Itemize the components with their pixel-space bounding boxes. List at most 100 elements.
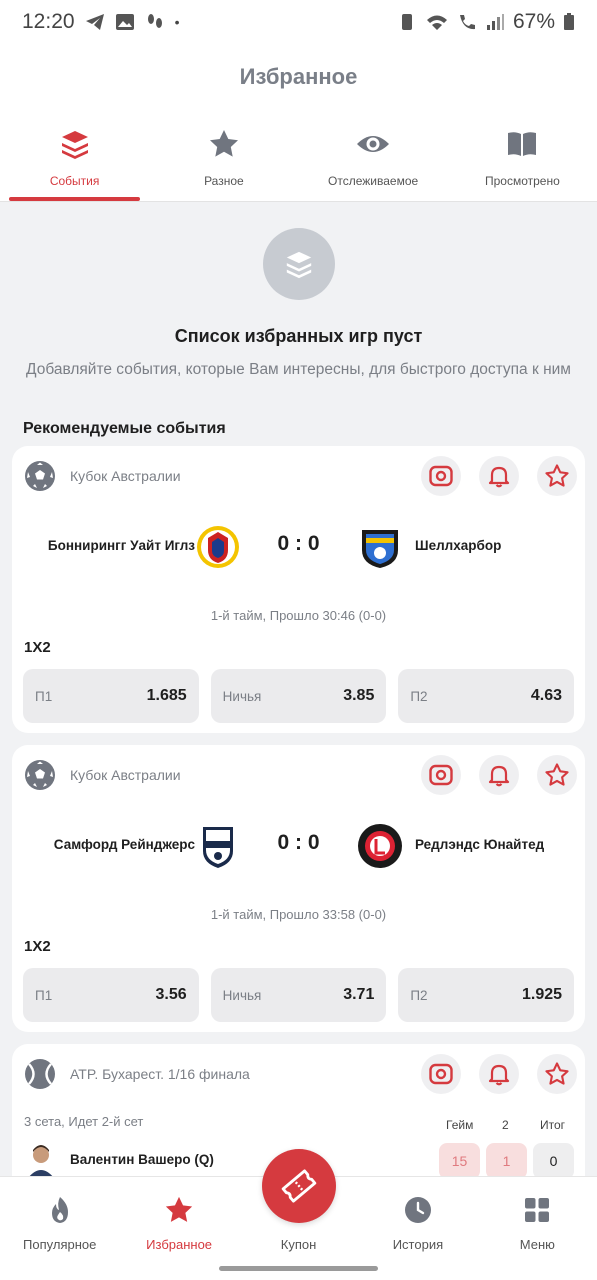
nav-label: Купон <box>280 1237 317 1252</box>
odds-row: П1 1.685 Ничья 3.85 П2 4.63 <box>23 669 575 723</box>
match-row: Самфорд Рейнджерс 0 : 0 Редлэндс Юнайтед <box>12 823 585 873</box>
wifi-icon <box>426 15 447 30</box>
favorite-button[interactable] <box>537 456 577 496</box>
card-header: Кубок Австралии <box>24 755 577 795</box>
coupon-button[interactable] <box>262 1149 336 1223</box>
player-avatar <box>24 1142 58 1178</box>
video-icon <box>429 764 453 786</box>
set-score: 1 <box>486 1143 527 1179</box>
column-header-total: Итог <box>540 1118 566 1132</box>
total-score: 0 <box>533 1143 574 1179</box>
eye-icon <box>357 136 390 152</box>
team2-logo <box>362 530 398 568</box>
home-indicator-bar[interactable] <box>219 1266 378 1271</box>
tab-label: Разное <box>204 174 244 188</box>
bell-icon <box>488 765 510 787</box>
game-score: 15 <box>439 1143 480 1179</box>
odd-value: 3.56 <box>155 986 187 1003</box>
match-time: 1-й тайм, Прошло 33:58 (0-0) <box>210 907 387 922</box>
league-name: Кубок Австралии <box>70 468 181 484</box>
bell-icon <box>488 466 510 488</box>
status-time: 12:20 <box>22 10 75 33</box>
odd-value: 4.63 <box>530 687 563 704</box>
star-outline-icon <box>545 763 569 786</box>
tab-tracked[interactable]: Отслеживаемое <box>299 126 448 202</box>
gallery-icon <box>115 14 134 30</box>
empty-state-subtitle: Добавляйте события, которые Вам интересн… <box>26 361 571 378</box>
odd-button-p2[interactable]: П2 4.63 <box>398 669 575 723</box>
column-header-game: Гейм <box>446 1118 474 1132</box>
empty-state: Список избранных игр пуст Добавляйте соб… <box>0 228 597 379</box>
recommended-title: Рекомендуемые события <box>23 420 226 437</box>
odd-label: Ничья <box>222 987 262 1003</box>
odd-button-draw[interactable]: Ничья 3.85 <box>210 669 387 723</box>
video-button[interactable] <box>421 1054 461 1094</box>
tab-misc[interactable]: Разное <box>149 126 298 202</box>
nav-favorites[interactable]: Избранное <box>119 1177 238 1258</box>
odd-value: 3.85 <box>343 687 375 704</box>
odd-label: П2 <box>410 688 428 704</box>
nav-label: Меню <box>519 1237 555 1252</box>
tab-viewed[interactable]: Просмотрено <box>448 126 597 202</box>
odd-value: 1.925 <box>521 986 563 1003</box>
star-outline-icon <box>545 464 569 487</box>
match-status: 3 сета, Идет 2-й сет <box>24 1114 144 1129</box>
tab-label: Просмотрено <box>484 174 560 188</box>
soccer-ball-icon <box>25 760 55 790</box>
favorite-button[interactable] <box>537 1054 577 1094</box>
star-icon <box>165 1196 193 1222</box>
status-bar: 12:20 • 67% <box>0 0 597 44</box>
battery-icon <box>564 13 574 30</box>
book-icon <box>508 132 537 156</box>
odd-label: П2 <box>410 987 428 1003</box>
nav-history[interactable]: История <box>358 1177 477 1258</box>
nav-menu[interactable]: Меню <box>478 1177 597 1258</box>
flame-icon <box>51 1197 68 1223</box>
video-button[interactable] <box>421 755 461 795</box>
tab-events[interactable]: События <box>0 126 149 202</box>
signal-icon <box>486 14 504 30</box>
footsteps-icon <box>147 14 162 28</box>
odd-button-p1[interactable]: П1 1.685 <box>23 669 199 723</box>
tab-bar: События Разное Отслеживаемое Просмотрено <box>0 126 597 202</box>
odd-value: 3.71 <box>343 986 375 1003</box>
favorite-button[interactable] <box>537 755 577 795</box>
odd-label: П1 <box>35 688 53 704</box>
clock-icon <box>404 1197 431 1223</box>
odd-button-draw[interactable]: Ничья 3.71 <box>210 968 387 1022</box>
bell-icon <box>488 1064 510 1086</box>
notify-button[interactable] <box>479 1054 519 1094</box>
market-title: 1X2 <box>24 639 51 656</box>
event-card[interactable]: Кубок Австралии Самфорд Рейнджерс 0 : 0 <box>12 745 585 1032</box>
nav-label: Избранное <box>146 1237 213 1252</box>
battery-percent: 67% <box>512 10 555 33</box>
odd-button-p2[interactable]: П2 1.925 <box>398 968 575 1022</box>
team2-name: Шеллхарбор <box>415 538 502 553</box>
event-card[interactable]: Кубок Австралии Боннирингг Уайт Иглз 0 :… <box>12 446 585 733</box>
nav-label: Популярное <box>23 1237 97 1252</box>
match-row: Боннирингг Уайт Иглз 0 : 0 Шеллхарбор <box>12 524 585 574</box>
match-time: 1-й тайм, Прошло 30:46 (0-0) <box>210 608 387 623</box>
header: Избранное События Разное Отслеживаемое П… <box>0 44 597 202</box>
notify-button[interactable] <box>479 456 519 496</box>
video-button[interactable] <box>421 456 461 496</box>
layers-icon <box>61 131 88 159</box>
tab-label: Отслеживаемое <box>328 174 419 188</box>
dot-icon: • <box>174 14 180 30</box>
odd-label: Ничья <box>222 688 262 704</box>
player1-name: Валентин Вашеро (Q) <box>70 1152 214 1167</box>
grid-icon <box>525 1198 550 1222</box>
odd-value: 1.685 <box>146 687 187 704</box>
league-name: Кубок Австралии <box>70 767 181 783</box>
team2-name: Редлэндс Юнайтед <box>415 837 545 852</box>
odd-button-p1[interactable]: П1 3.56 <box>23 968 199 1022</box>
video-icon <box>429 465 453 487</box>
column-header-set: 2 <box>502 1118 509 1132</box>
notify-button[interactable] <box>479 755 519 795</box>
nav-popular[interactable]: Популярное <box>0 1177 119 1258</box>
star-outline-icon <box>545 1062 569 1085</box>
nav-label: История <box>392 1237 444 1252</box>
empty-state-title: Список избранных игр пуст <box>174 326 423 346</box>
telegram-icon <box>85 14 104 30</box>
sim-icon <box>401 14 412 30</box>
